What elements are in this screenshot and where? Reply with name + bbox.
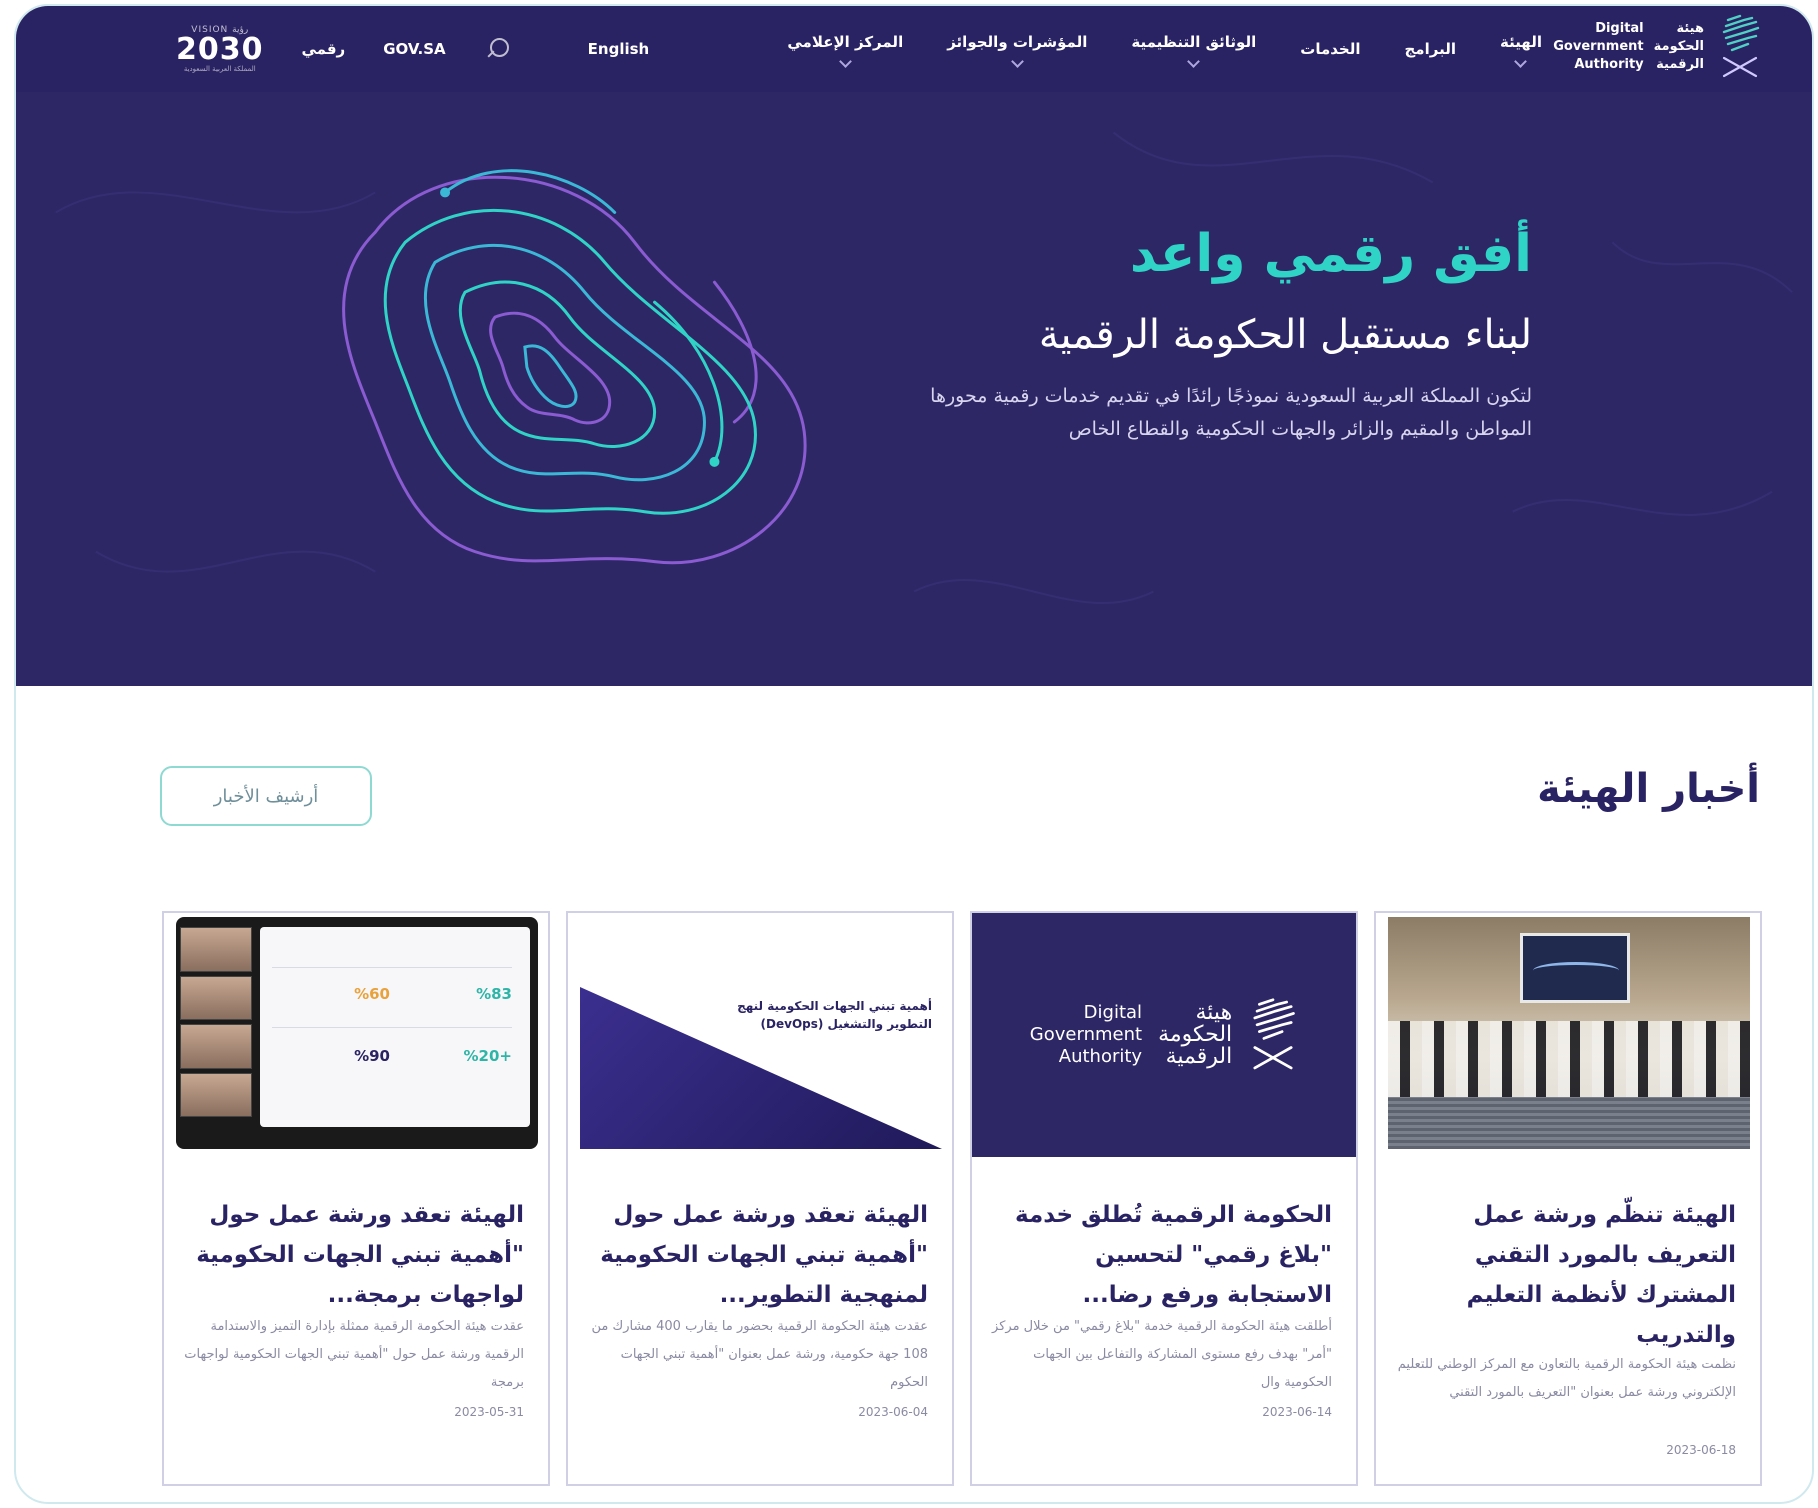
- menu-item-label: البرامج: [1404, 40, 1456, 58]
- brand-en-line: Digital: [1595, 21, 1644, 36]
- participant-video: [180, 1072, 252, 1117]
- presentation-slide: %83 %60 %20+ %90: [260, 927, 530, 1127]
- thumb-brand-ar-line: هيئة: [1195, 1000, 1233, 1025]
- menu-item-label: الهيئة: [1499, 32, 1542, 51]
- hero-subtitle: لبناء مستقبل الحكومة الرقمية: [1038, 312, 1532, 358]
- thumb-brand-en-line: Digital: [1083, 1002, 1143, 1023]
- participant-video: [180, 927, 252, 972]
- vision-2030-logo[interactable]: VISION رؤية 2030 المملكة العربية السعودي…: [176, 25, 264, 73]
- floor-pattern: [1388, 1097, 1750, 1149]
- menu-item-services[interactable]: الخدمات: [1300, 40, 1360, 58]
- menu-item-label: الوثائق التنظيمية: [1131, 32, 1257, 51]
- news-card-excerpt: نظمت هيئة الحكومة الرقمية بالتعاون مع ال…: [1397, 1357, 1736, 1400]
- hero-banner: أفق رقمي واعد لبناء مستقبل الحكومة الرقم…: [16, 92, 1812, 686]
- thumbnail-caption: أهمية تبني الجهات الحكومية لنهج التطوير …: [737, 999, 932, 1031]
- chevron-down-icon: [838, 54, 852, 68]
- news-section-title: أخبار الهيئة: [1537, 766, 1760, 812]
- main-menu: الهيئة البرامج الخدمات الوثائق التنظيمية…: [787, 6, 1542, 92]
- projector-screen: [1520, 933, 1630, 1003]
- group-of-attendees: [1388, 1021, 1750, 1097]
- menu-item-label: المؤشرات والجوائز: [947, 32, 1088, 51]
- vision-logo-top: VISION رؤية: [191, 25, 249, 35]
- thumb-brand-english: Digital Government Authority: [1030, 1002, 1142, 1068]
- menu-item-regulatory-documents[interactable]: الوثائق التنظيمية: [1131, 32, 1257, 68]
- menu-item-authority[interactable]: الهيئة: [1499, 32, 1542, 68]
- header-utility-links: VISION رؤية 2030 المملكة العربية السعودي…: [176, 6, 649, 92]
- brand-en-line: Government: [1553, 39, 1644, 54]
- menu-item-media-center[interactable]: المركز الإعلامي: [787, 32, 904, 68]
- search-icon[interactable]: [484, 36, 510, 62]
- brand-ar-line: الحكومة: [1653, 39, 1704, 54]
- news-card[interactable]: أهمية تبني الجهات الحكومية لنهج التطوير …: [566, 911, 954, 1486]
- chevron-down-icon: [1010, 54, 1024, 68]
- brand-en-line: Authority: [1574, 57, 1644, 72]
- thumb-brand-ar-line: الرقمية: [1165, 1044, 1233, 1069]
- news-archive-button[interactable]: أرشيف الأخبار: [160, 766, 372, 826]
- news-card[interactable]: الهيئة تنظّم ورشة عمل التعريف بالمورد ال…: [1374, 911, 1762, 1486]
- news-card-excerpt: أطلقت هيئة الحكومة الرقمية خدمة "بلاغ رق…: [992, 1319, 1332, 1390]
- workshop-photo: [1388, 917, 1750, 1149]
- news-card-title[interactable]: الحكومة الرقمية تُطلق خدمة "بلاغ رقمي" ل…: [992, 1195, 1332, 1315]
- news-card-date: 2023-06-04: [858, 1405, 928, 1419]
- thumb-brand-ar-line: الحكومة: [1158, 1022, 1233, 1047]
- browser-page: VISION رؤية 2030 المملكة العربية السعودي…: [14, 4, 1814, 1504]
- chevron-down-icon: [1514, 54, 1528, 68]
- menu-item-label: الخدمات: [1300, 40, 1361, 58]
- thumb-brand-arabic: هيئة الحكومة الرقمية: [1158, 1002, 1232, 1068]
- news-card-excerpt: عقدت هيئة الحكومة الرقمية ممثلة بإدارة ا…: [184, 1319, 524, 1390]
- news-card-title[interactable]: الهيئة تعقد ورشة عمل حول "أهمية تبني الج…: [184, 1195, 524, 1315]
- news-card-title[interactable]: الهيئة تنظّم ورشة عمل التعريف بالمورد ال…: [1396, 1195, 1736, 1355]
- slide-divider: [272, 967, 512, 968]
- brand-english: Digital Government Authority: [1553, 20, 1643, 74]
- slide-stat: %60: [354, 985, 390, 1003]
- news-card[interactable]: %83 %60 %20+ %90 الهيئة تعقد ورشة عمل حو…: [162, 911, 550, 1486]
- menu-item-programs[interactable]: البرامج: [1405, 40, 1456, 58]
- thumb-brand-en-line: Government: [1029, 1024, 1143, 1045]
- slide-stat: %20+: [463, 1047, 512, 1065]
- menu-item-label: المركز الإعلامي: [787, 32, 904, 51]
- devops-thumbnail: أهمية تبني الجهات الحكومية لنهج التطوير …: [580, 917, 942, 1149]
- slide-divider: [272, 1027, 512, 1028]
- govsa-link[interactable]: GOV.SA: [383, 40, 445, 58]
- news-card-title[interactable]: الهيئة تعقد ورشة عمل حول "أهمية تبني الج…: [588, 1195, 928, 1315]
- participant-video: [180, 975, 252, 1020]
- brand-ar-line: هيئة: [1676, 21, 1704, 36]
- brand-arabic: هيئة الحكومة الرقمية: [1654, 20, 1704, 74]
- hero-title: أفق رقمي واعد: [1129, 224, 1532, 284]
- hero-description: لتكون المملكة العربية السعودية نموذجًا ر…: [930, 385, 1532, 440]
- menu-item-indicators-awards[interactable]: المؤشرات والجوائز: [947, 32, 1088, 68]
- brand-text: Digital Government Authority هيئة الحكوم…: [1553, 20, 1704, 74]
- news-card[interactable]: Digital Government Authority هيئة الحكوم…: [970, 911, 1358, 1486]
- participant-tiles: [180, 927, 252, 1117]
- dga-logo-thumbnail: Digital Government Authority هيئة الحكوم…: [972, 913, 1356, 1157]
- dga-logo-icon: [1722, 14, 1760, 78]
- vision-logo-sub: المملكة العربية السعودية: [183, 65, 256, 73]
- brand-ar-line: الرقمية: [1656, 57, 1704, 72]
- participant-video: [180, 1024, 252, 1069]
- slide-stat: %90: [354, 1047, 390, 1065]
- top-navigation-bar: VISION رؤية 2030 المملكة العربية السعودي…: [16, 6, 1812, 92]
- thumb-brand-en-line: Authority: [1058, 1046, 1143, 1067]
- news-card-excerpt: عقدت هيئة الحكومة الرقمية بحضور ما يقارب…: [591, 1319, 929, 1390]
- slide-stat: %83: [476, 985, 512, 1003]
- chevron-down-icon: [1187, 54, 1201, 68]
- dga-logo-icon: [1253, 998, 1296, 1070]
- vision-logo-number: 2030: [176, 32, 264, 67]
- news-card-date: 2023-06-14: [1262, 1405, 1332, 1419]
- dga-brand-logo[interactable]: Digital Government Authority هيئة الحكوم…: [1553, 14, 1762, 80]
- raqmi-link[interactable]: رقمي: [302, 40, 346, 58]
- news-cards: الهيئة تنظّم ورشة عمل التعريف بالمورد ال…: [162, 911, 1768, 1486]
- news-card-date: 2023-05-31: [454, 1405, 524, 1419]
- news-card-date: 2023-06-18: [1666, 1443, 1736, 1457]
- language-english-link[interactable]: English: [588, 40, 650, 58]
- online-meeting-thumbnail: %83 %60 %20+ %90: [176, 917, 538, 1149]
